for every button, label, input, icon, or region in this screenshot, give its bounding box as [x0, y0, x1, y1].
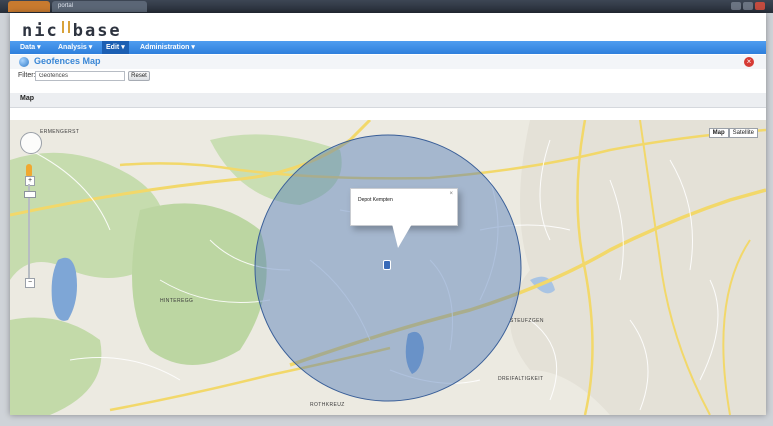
- chevron-down-icon: ▾: [88, 44, 93, 51]
- globe-icon: [19, 57, 29, 67]
- chevron-down-icon: ▾: [37, 44, 41, 51]
- geofence-marker-icon[interactable]: [383, 260, 391, 270]
- map-type-map-button[interactable]: Map: [708, 128, 729, 138]
- app-window: nic base Data ▾ Analysis ▾ Edit ▾ Adminis…: [10, 13, 766, 415]
- filter-input[interactable]: [35, 71, 125, 81]
- logo-text-right: base: [72, 21, 122, 41]
- menu-item-edit[interactable]: Edit ▾: [102, 41, 129, 54]
- browser-tab-portal[interactable]: portal: [52, 1, 147, 12]
- place-label-dreifaltigkeit: DREIFALTIGKEIT: [498, 376, 544, 382]
- popup-close-icon[interactable]: ×: [449, 191, 453, 197]
- browser-tab-label: portal: [58, 3, 74, 9]
- filter-label: Filter:: [18, 72, 36, 79]
- chevron-down-icon: ▾: [121, 44, 125, 51]
- popup-title: Depot Kempten: [358, 197, 393, 203]
- page-header: Geofences Map ×: [10, 55, 766, 69]
- filter-bar: Filter: Reset: [10, 70, 766, 84]
- minimize-icon[interactable]: [731, 2, 741, 10]
- maximize-icon[interactable]: [743, 2, 753, 10]
- close-icon[interactable]: ×: [744, 57, 754, 67]
- zoom-slider-handle[interactable]: [24, 191, 36, 198]
- geofence-info-popup: Depot Kempten ×: [350, 188, 458, 226]
- map-section-label: Map: [20, 95, 34, 102]
- main-menubar: Data ▾ Analysis ▾ Edit ▾ Administration …: [10, 41, 766, 54]
- pan-control-icon[interactable]: [20, 132, 42, 154]
- menu-item-analysis[interactable]: Analysis ▾: [58, 41, 92, 54]
- logo-text-left: nic: [22, 21, 59, 41]
- place-label-ermengerst: ERMENGERST: [40, 129, 80, 135]
- place-label-rothkreuz: ROTHKREUZ: [310, 402, 345, 408]
- place-label-steufzgen: STEUFZGEN: [510, 318, 544, 324]
- reset-button[interactable]: Reset: [128, 71, 150, 81]
- menu-item-data[interactable]: Data ▾: [20, 41, 41, 54]
- map-canvas[interactable]: HINTEREGG STEUFZGEN ROTHKREUZ DREIFALTIG…: [10, 120, 766, 415]
- map-type-control: Map Satellite: [708, 128, 758, 138]
- pegman-icon[interactable]: [26, 164, 32, 176]
- zoom-out-button[interactable]: −: [25, 278, 35, 288]
- map-zoom-control: + −: [20, 132, 42, 288]
- app-logo: nic base: [22, 21, 122, 41]
- browser-tab-other[interactable]: [8, 1, 50, 12]
- chevron-down-icon: ▾: [191, 44, 195, 51]
- map-type-satellite-button[interactable]: Satellite: [728, 128, 758, 138]
- page-title: Geofences Map: [34, 56, 101, 66]
- popup-tail: [392, 224, 412, 248]
- window-close-icon[interactable]: [755, 2, 765, 10]
- map-section-header: Map: [10, 93, 766, 108]
- browser-toolbar: portal: [0, 0, 773, 13]
- logo-mark-icon: [61, 21, 70, 33]
- zoom-slider-track[interactable]: [28, 184, 30, 282]
- place-label-hinteregg: HINTEREGG: [160, 298, 194, 304]
- zoom-in-button[interactable]: +: [25, 176, 35, 186]
- menu-item-administration[interactable]: Administration ▾: [140, 41, 195, 54]
